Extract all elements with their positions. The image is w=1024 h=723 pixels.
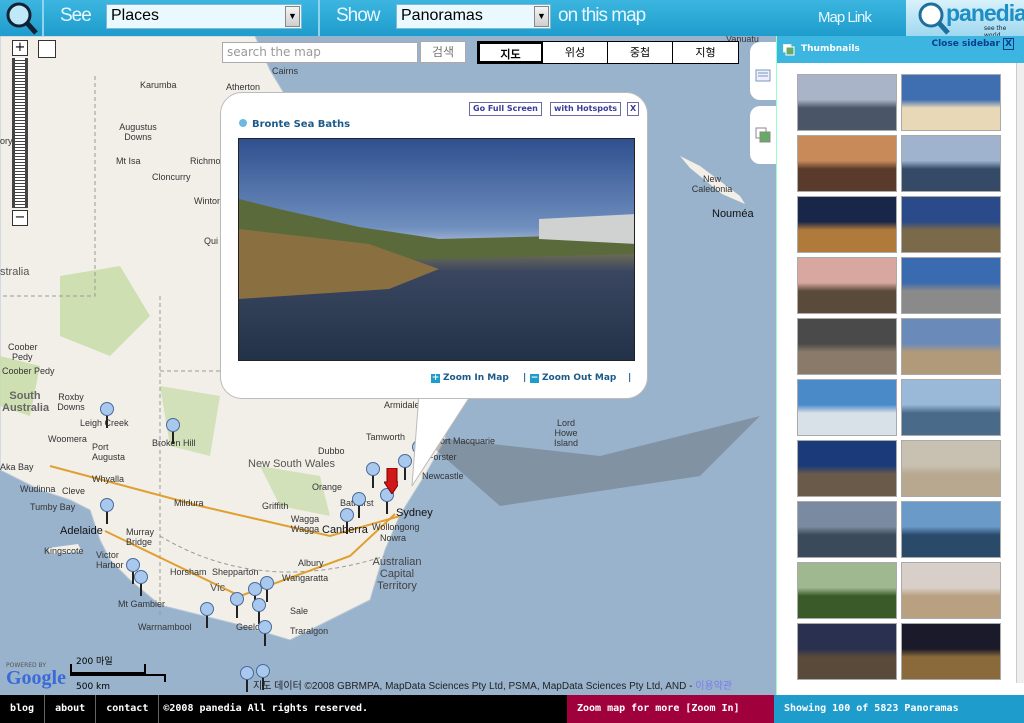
thumbnail[interactable] [797, 74, 897, 131]
footer: blog about contact ©2008 panedia All rig… [0, 695, 1024, 723]
thumbnail[interactable] [901, 257, 1001, 314]
map-pin-icon[interactable] [166, 418, 180, 444]
zoom-in-for-more-button[interactable]: Zoom map for more [Zoom In] [567, 695, 774, 723]
map-pin-icon[interactable] [134, 570, 148, 596]
zoom-in-map-link[interactable]: + Zoom In Map [431, 373, 509, 383]
logo-magnifier-icon [6, 2, 38, 35]
header: See Places ▼ Show Panoramas ▼ on this map … [0, 0, 1024, 39]
search-input[interactable]: search the map [222, 42, 418, 63]
thumbnail[interactable] [797, 318, 897, 375]
search-button[interactable]: 검색 [420, 41, 466, 63]
chevron-down-icon: ▼ [534, 6, 549, 27]
sidebar-scrollbar[interactable] [1016, 63, 1024, 683]
panedia-logo[interactable]: panedia see the world [906, 0, 1024, 39]
thumbnail[interactable] [901, 318, 1001, 375]
thumbnail[interactable] [901, 135, 1001, 192]
place-label-wollongong: Wollongong [372, 522, 420, 532]
thumbnails-icon [783, 44, 795, 56]
footer-copyright: ©2008 panedia All rights reserved. [163, 703, 369, 714]
zoom-control: + − [12, 40, 30, 226]
bullet-icon [239, 119, 247, 127]
sidebar: Thumbnails Close sidebar X [776, 36, 1024, 695]
map-link[interactable]: Map Link [818, 9, 872, 26]
tab-satellite[interactable]: 위성 [543, 42, 608, 63]
panorama-popup: Go Full Screen with Hotspots X Bronte Se… [220, 92, 648, 399]
thumbnail[interactable] [797, 501, 897, 558]
contact-link[interactable]: contact [96, 695, 160, 723]
drag-zoom-icon[interactable] [38, 40, 56, 58]
show-label: Show [336, 5, 381, 26]
close-sidebar-button[interactable]: Close sidebar X [931, 38, 1014, 50]
list-icon [755, 69, 771, 82]
thumbnail[interactable] [901, 379, 1001, 436]
thumbnail[interactable] [901, 74, 1001, 131]
map-copyright: 지도 데이터 ©2008 GBRMPA, MapData Sciences Pt… [253, 681, 733, 692]
thumbnail[interactable] [901, 562, 1001, 619]
thumbnail[interactable] [797, 440, 897, 497]
see-label: See [60, 5, 92, 26]
terms-link[interactable]: 이용약관 [695, 681, 732, 692]
google-logo: POWERED BY Google [6, 662, 66, 689]
map-scale: 200 마일 500 km [70, 656, 166, 694]
panorama-image[interactable] [238, 138, 635, 361]
map-pin-icon[interactable] [200, 602, 214, 628]
tab-terrain[interactable]: 지형 [673, 42, 738, 63]
sidebar-header: Thumbnails Close sidebar X [777, 36, 1024, 63]
zoom-out-icon[interactable]: − [12, 210, 28, 226]
zoom-slider[interactable] [12, 58, 28, 208]
map-pin-icon[interactable] [100, 402, 114, 428]
with-hotspots-button[interactable]: with Hotspots [550, 102, 622, 116]
tab-hybrid[interactable]: 중첩 [608, 42, 673, 63]
go-full-screen-button[interactable]: Go Full Screen [469, 102, 542, 116]
tab-map[interactable]: 지도 [478, 42, 543, 63]
map-pin-icon[interactable] [100, 498, 114, 524]
map[interactable]: Karumba Cairns Atherton Augustus Downs M… [0, 36, 776, 695]
map-pin-icon[interactable] [230, 592, 244, 618]
thumbnail[interactable] [797, 379, 897, 436]
thumbnail[interactable] [901, 196, 1001, 253]
state-label-south-australia: South Australia [2, 390, 50, 414]
popup-title[interactable]: Bronte Sea Baths [239, 119, 350, 130]
list-view-tab[interactable] [750, 42, 776, 100]
thumbnail[interactable] [901, 501, 1001, 558]
sidebar-title: Thumbnails [801, 44, 860, 54]
thumbnail[interactable] [901, 440, 1001, 497]
panorama-count: Showing 100 of 5823 Panoramas [774, 695, 1024, 723]
plus-icon: + [431, 373, 440, 383]
minus-icon: − [530, 373, 539, 383]
thumbnail[interactable] [797, 623, 897, 680]
blog-link[interactable]: blog [0, 695, 46, 723]
thumbnail[interactable] [901, 623, 1001, 680]
thumbnail[interactable] [797, 196, 897, 253]
close-icon[interactable]: X [627, 102, 640, 116]
map-type-tabs: 지도 위성 중첩 지형 [477, 41, 739, 64]
map-pin-icon[interactable] [240, 666, 254, 692]
map-pin-icon[interactable] [366, 462, 380, 488]
about-link[interactable]: about [45, 695, 97, 723]
panoramas-select[interactable]: Panoramas ▼ [396, 4, 551, 29]
thumbnail[interactable] [797, 562, 897, 619]
map-pin-icon[interactable] [352, 492, 366, 518]
map-pin-icon[interactable] [258, 620, 272, 646]
places-select[interactable]: Places ▼ [106, 4, 302, 29]
close-icon: X [1003, 38, 1014, 50]
chevron-down-icon: ▼ [285, 6, 300, 27]
thumbnails-icon [755, 127, 771, 143]
zoom-in-icon[interactable]: + [12, 40, 28, 56]
zoom-out-map-link[interactable]: − Zoom Out Map [530, 373, 616, 383]
on-this-map-label: on this map [558, 5, 646, 26]
thumbnails-view-tab[interactable] [750, 106, 776, 164]
thumbnail[interactable] [797, 257, 897, 314]
thumbnail[interactable] [797, 135, 897, 192]
